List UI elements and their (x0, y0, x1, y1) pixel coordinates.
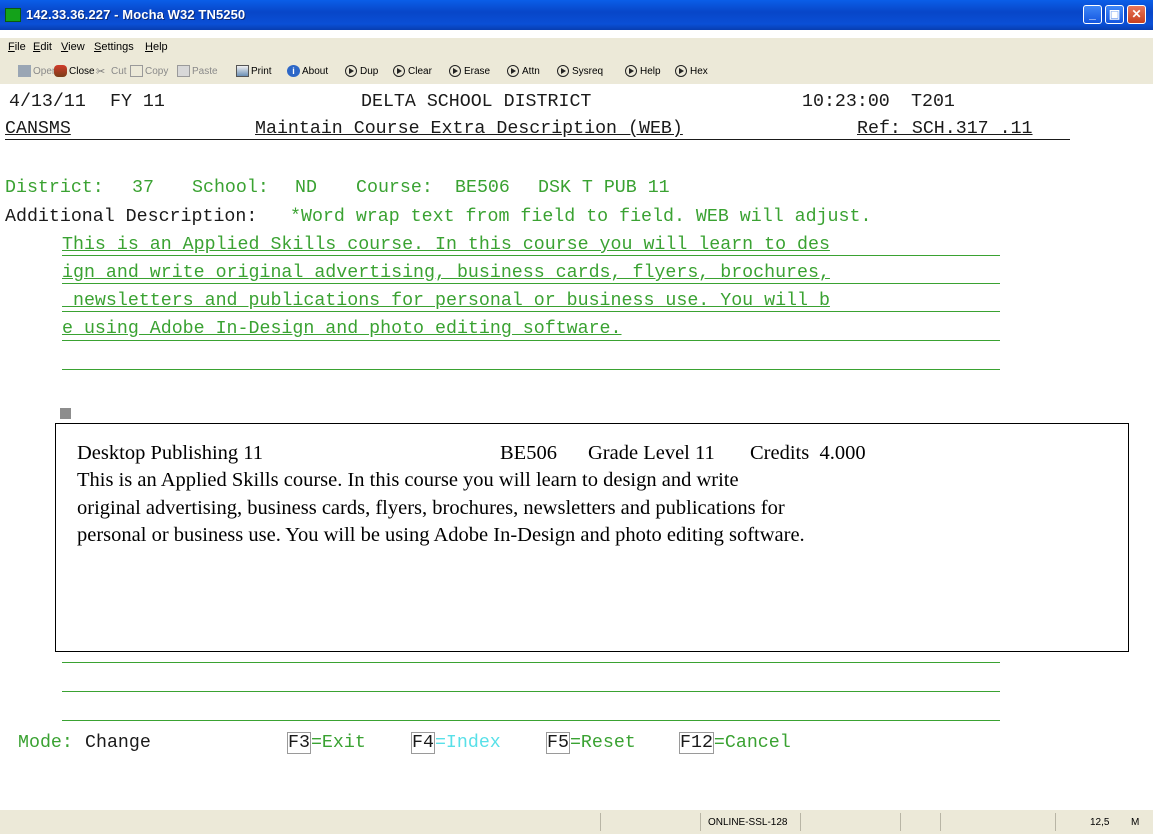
preview-course-code: BE506 (500, 442, 557, 464)
toolbar: Open Close ✂ Cut Copy Paste Print i About … (0, 58, 1153, 84)
mode-label: Mode: (18, 733, 73, 753)
header-underline (5, 139, 1070, 140)
preview-course-title: Desktop Publishing 11 (77, 442, 264, 464)
terminal-id: T201 (911, 92, 955, 112)
minimize-button[interactable]: _ (1083, 5, 1102, 24)
cut-button[interactable]: ✂ Cut (96, 65, 127, 79)
field-underline (62, 255, 1000, 256)
copy-icon (130, 65, 143, 77)
status-separator (600, 813, 601, 831)
dup-button[interactable]: Dup (345, 65, 378, 77)
description-line-1[interactable]: This is an Applied Skills course. In thi… (62, 235, 830, 255)
additional-description-label: Additional Description: (5, 207, 258, 227)
course-label: Course: (356, 178, 433, 198)
play-icon (625, 65, 637, 77)
screen-date: 4/13/11 (9, 92, 86, 112)
paste-icon (177, 65, 190, 77)
hex-button[interactable]: Hex (675, 65, 708, 77)
copy-button[interactable]: Copy (130, 65, 168, 77)
status-separator (1055, 813, 1056, 831)
cursor-position: 12,5 (1090, 817, 1110, 828)
description-line-4[interactable]: e using Adobe In-Design and photo editin… (62, 319, 622, 339)
screen-title: Maintain Course Extra Description (WEB) (255, 119, 683, 139)
description-line-empty[interactable] (62, 691, 1000, 692)
close-window-button[interactable]: ✕ (1127, 5, 1146, 24)
preview-body-line-2: original advertising, business cards, fl… (77, 497, 785, 519)
info-icon: i (287, 65, 300, 77)
open-button[interactable]: Open (18, 65, 57, 77)
text-cursor (60, 408, 71, 419)
clear-button[interactable]: Clear (393, 65, 432, 77)
open-icon (18, 65, 31, 77)
maximize-button[interactable]: ▣ (1105, 5, 1124, 24)
printer-icon (236, 65, 249, 77)
menu-file[interactable]: File (8, 41, 26, 53)
fiscal-year: FY 11 (110, 92, 165, 112)
play-icon (345, 65, 357, 77)
school-label: School: (192, 178, 269, 198)
close-icon (54, 65, 67, 77)
menu-help[interactable]: Help (145, 41, 168, 53)
play-icon (393, 65, 405, 77)
field-underline (62, 311, 1000, 312)
course-code: BE506 (455, 178, 510, 198)
menu-edit[interactable]: Edit (33, 41, 52, 53)
description-line-empty[interactable] (62, 720, 1000, 721)
screen-time: 10:23:00 (802, 92, 890, 112)
terminal-app-icon (5, 8, 21, 22)
description-line-3[interactable]: newsletters and publications for persona… (62, 291, 830, 311)
field-underline (62, 283, 1000, 284)
district-value: 37 (132, 178, 154, 198)
status-separator (940, 813, 941, 831)
school-value: ND (295, 178, 317, 198)
close-button[interactable]: Close (54, 65, 95, 77)
connection-status: ONLINE-SSL-128 (708, 817, 788, 828)
play-icon (557, 65, 569, 77)
status-separator (900, 813, 901, 831)
word-wrap-note: *Word wrap text from field to field. WEB… (290, 207, 872, 227)
scissors-icon: ✂ (96, 66, 106, 78)
help-button[interactable]: Help (625, 65, 661, 77)
paste-button[interactable]: Paste (177, 65, 218, 77)
print-button[interactable]: Print (236, 65, 272, 77)
mode-indicator: M (1131, 817, 1140, 828)
about-button[interactable]: i About (287, 65, 328, 77)
menu-bar: File Edit View Settings Help (0, 38, 1153, 58)
preview-grade-level: Grade Level 11 (588, 442, 715, 464)
description-line-empty[interactable] (62, 662, 1000, 663)
program-name: CANSMS (5, 119, 71, 139)
course-short-name: DSK T PUB 11 (538, 178, 670, 198)
description-line-5-empty[interactable] (62, 369, 1000, 370)
description-line-2[interactable]: ign and write original advertising, busi… (62, 263, 830, 283)
window-title: 142.33.36.227 - Mocha W32 TN5250 (26, 7, 246, 22)
f4-index-key[interactable]: F4=Index (411, 732, 501, 754)
preview-credits: Credits 4.000 (750, 442, 866, 464)
status-separator (700, 813, 701, 831)
f5-reset-key[interactable]: F5=Reset (546, 732, 636, 754)
window-titlebar[interactable]: 142.33.36.227 - Mocha W32 TN5250 _ ▣ ✕ (0, 0, 1153, 30)
menu-settings[interactable]: Settings (94, 41, 134, 53)
f3-exit-key[interactable]: F3=Exit (287, 732, 366, 754)
preview-body-line-1: This is an Applied Skills course. In thi… (77, 469, 739, 491)
play-icon (507, 65, 519, 77)
erase-button[interactable]: Erase (449, 65, 490, 77)
attn-button[interactable]: Attn (507, 65, 540, 77)
field-underline (62, 340, 1000, 341)
sysreq-button[interactable]: Sysreq (557, 65, 603, 77)
reference-code: Ref: SCH.317 .11 (857, 119, 1033, 139)
preview-body-line-3: personal or business use. You will be us… (77, 524, 805, 546)
mode-value: Change (85, 733, 151, 753)
play-icon (449, 65, 461, 77)
status-bar: ONLINE-SSL-128 12,5 M (0, 810, 1153, 834)
status-separator (800, 813, 801, 831)
web-preview-box: Desktop Publishing 11 BE506 Grade Level … (55, 423, 1129, 652)
district-label: District: (5, 178, 104, 198)
play-icon (675, 65, 687, 77)
menu-view[interactable]: View (61, 41, 85, 53)
f12-cancel-key[interactable]: F12=Cancel (679, 732, 791, 754)
district-name: DELTA SCHOOL DISTRICT (361, 92, 592, 112)
